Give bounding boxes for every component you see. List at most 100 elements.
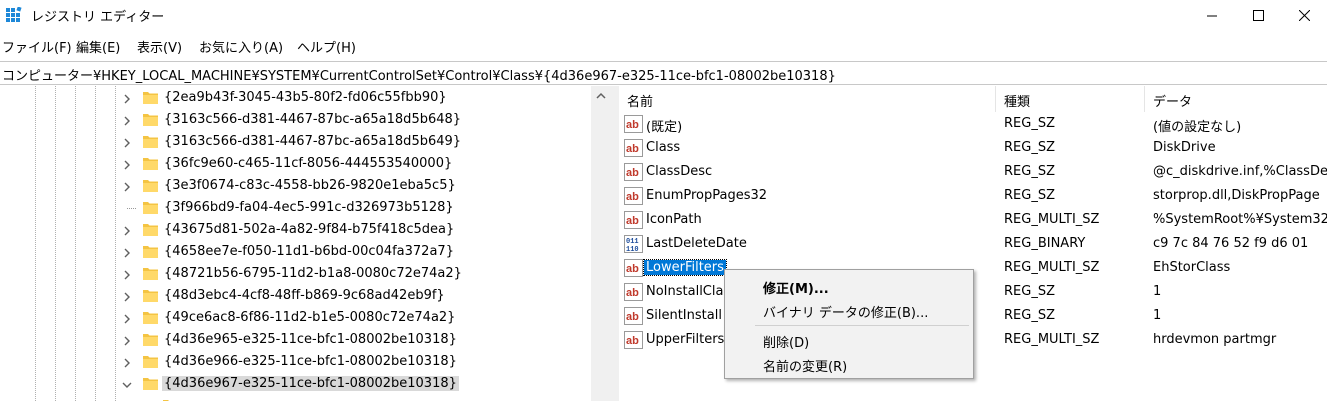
value-row[interactable]: ab Class REG_SZ DiskDrive [619, 136, 1327, 160]
svg-text:ab: ab [626, 287, 639, 299]
registry-editor-icon [6, 7, 22, 22]
value-row[interactable]: ab EnumPropPages32 REG_SZ storprop.dll,Disk… [619, 184, 1327, 208]
value-type: REG_SZ [1004, 188, 1055, 203]
tree-item[interactable]: {3e3f0674-c83c-4558-bb26-9820e1eba5c5} [0, 175, 590, 197]
tree-item[interactable]: {48721b56-6795-11d2-b1a8-0080c72e74a2} [0, 263, 590, 285]
value-row[interactable]: ab ClassDesc REG_SZ @c_diskdrive.inf,%Class… [619, 160, 1327, 184]
value-type: REG_MULTI_SZ [1004, 332, 1100, 347]
string-value-icon: ab [624, 211, 643, 229]
menu-bar: ファイル(F) 編集(E) 表示(V) お気に入り(A) ヘルプ(H) [0, 34, 1327, 56]
chevron-up-icon [595, 92, 606, 99]
svg-text:011: 011 [626, 238, 639, 246]
menu-view[interactable]: 表示(V) [137, 37, 182, 56]
value-data: hrdevmon partmgr [1153, 332, 1277, 347]
folder-icon [143, 113, 158, 126]
tree-item[interactable]: {4d36e967-e325-11ce-bfc1-08002be10318} [0, 373, 590, 395]
value-data: (値の設定なし) [1153, 120, 1242, 135]
tree-item-label: {48721b56-6795-11d2-b1a8-0080c72e74a2} [164, 266, 462, 281]
tree-vertical-scrollbar[interactable] [591, 86, 610, 401]
context-menu-modify-binary[interactable]: バイナリ データの修正(B)... [763, 302, 928, 321]
tree-item[interactable]: {4658ee7e-f050-11d1-b6bd-00c04fa372a7} [0, 241, 590, 263]
tree-item[interactable]: {3163c566-d381-4467-87bc-a65a18d5b649} [0, 131, 590, 153]
svg-text:110: 110 [626, 246, 639, 253]
value-name: NoInstallCla [646, 284, 724, 299]
chevron-right-icon[interactable] [122, 291, 132, 302]
value-type: REG_BINARY [1004, 236, 1086, 251]
tree-item[interactable]: {3163c566-d381-4467-87bc-a65a18d5b648} [0, 109, 590, 131]
tree-item[interactable]: {43675d81-502a-4a82-9f84-b75f418c5dea} [0, 219, 590, 241]
tree-item-label: {3163c566-d381-4467-87bc-a65a18d5b648} [164, 112, 462, 127]
chevron-right-icon[interactable] [122, 159, 132, 170]
maximize-button[interactable] [1235, 0, 1281, 31]
context-menu-modify[interactable]: 修正(M)... [763, 278, 829, 297]
folder-icon [143, 223, 158, 236]
svg-text:ab: ab [626, 335, 639, 347]
value-data: 1 [1153, 308, 1162, 323]
chevron-right-icon[interactable] [122, 313, 132, 324]
chevron-right-icon[interactable] [122, 93, 132, 104]
value-data: @c_diskdrive.inf,%ClassDe [1153, 164, 1327, 179]
value-name: Class [646, 140, 681, 155]
folder-icon [143, 91, 158, 104]
tree-item-label: {4658ee7e-f050-11d1-b6bd-00c04fa372a7} [164, 244, 454, 259]
value-type: REG_SZ [1004, 140, 1055, 155]
string-value-icon: ab [624, 187, 643, 205]
folder-icon [143, 245, 158, 258]
menu-favorites[interactable]: お気に入り(A) [199, 37, 283, 56]
pane-splitter[interactable] [610, 86, 619, 401]
binary-value-icon: 011 110 [624, 235, 643, 254]
string-value-icon: ab [624, 331, 643, 349]
minimize-button[interactable] [1189, 0, 1235, 31]
value-name: (既定) [646, 120, 683, 135]
value-type: REG_SZ [1004, 284, 1055, 299]
maximize-icon [1252, 10, 1264, 21]
value-data: c9 7c 84 76 52 f9 d6 01 [1153, 236, 1309, 251]
value-name: ClassDesc [646, 164, 713, 179]
tree-item[interactable]: {48d3ebc4-4cf8-48ff-b869-9c68ad42eb9f} [0, 285, 590, 307]
menu-file[interactable]: ファイル(F) [2, 37, 72, 56]
svg-text:ab: ab [626, 143, 639, 155]
chevron-down-icon[interactable] [122, 379, 132, 389]
chevron-right-icon[interactable] [122, 335, 132, 346]
close-button[interactable] [1281, 0, 1327, 31]
tree-item[interactable]: {2ea9b43f-3045-43b5-80f2-fd06c55fbb90} [0, 87, 590, 109]
chevron-right-icon[interactable] [122, 269, 132, 280]
chevron-right-icon[interactable] [122, 357, 132, 368]
chevron-right-icon[interactable] [122, 247, 132, 258]
string-value-icon: ab [624, 259, 643, 277]
scroll-up-button[interactable] [591, 86, 610, 105]
menu-help[interactable]: ヘルプ(H) [297, 37, 356, 56]
column-header-name[interactable]: 名前 [619, 86, 996, 112]
folder-icon [143, 289, 158, 302]
address-bar[interactable]: コンピューター¥HKEY_LOCAL_MACHINE¥SYSTEM¥Curren… [0, 61, 1327, 85]
context-menu-delete[interactable]: 削除(D) [763, 332, 809, 351]
value-name: LastDeleteDate [646, 236, 747, 251]
column-header-type[interactable]: 種類 [996, 86, 1145, 112]
value-row[interactable]: 011 110 LastDeleteDate REG_BINARY c9 7c 84 7… [619, 232, 1327, 256]
menu-edit[interactable]: 編集(E) [76, 37, 120, 56]
string-value-icon: ab [624, 307, 643, 325]
value-row[interactable]: ab (既定) REG_SZ (値の設定なし) [619, 112, 1327, 136]
tree-item-child[interactable] [0, 395, 590, 401]
chevron-right-icon[interactable] [122, 137, 132, 148]
key-tree-pane[interactable]: {2ea9b43f-3045-43b5-80f2-fd06c55fbb90} {3… [0, 86, 610, 401]
column-header-data[interactable]: データ [1145, 86, 1327, 112]
tree-item[interactable]: {3f966bd9-fa04-4ec5-991c-d326973b5128} [0, 197, 590, 219]
tree-item[interactable]: {4d36e966-e325-11ce-bfc1-08002be10318} [0, 351, 590, 373]
value-row[interactable]: ab IconPath REG_MULTI_SZ %SystemRoot%¥Syste… [619, 208, 1327, 232]
value-data: EhStorClass [1153, 260, 1231, 275]
value-name: SilentInstall [646, 308, 722, 323]
tree-item[interactable]: {36fc9e60-c465-11cf-8056-444553540000} [0, 153, 590, 175]
chevron-right-icon[interactable] [122, 115, 132, 126]
value-data: storprop.dll,DiskPropPage [1153, 188, 1320, 203]
folder-icon [143, 333, 158, 346]
context-menu-rename[interactable]: 名前の変更(R) [763, 356, 847, 375]
chevron-right-icon[interactable] [122, 225, 132, 236]
svg-text:ab: ab [626, 191, 639, 203]
tree-item-label: {4d36e966-e325-11ce-bfc1-08002be10318} [164, 354, 457, 369]
tree-item[interactable]: {49ce6ac8-6f86-11d2-b1e5-0080c72e74a2} [0, 307, 590, 329]
chevron-right-icon[interactable] [122, 181, 132, 192]
string-value-icon: ab [624, 163, 643, 181]
tree-item[interactable]: {4d36e965-e325-11ce-bfc1-08002be10318} [0, 329, 590, 351]
string-value-icon: ab [624, 139, 643, 157]
